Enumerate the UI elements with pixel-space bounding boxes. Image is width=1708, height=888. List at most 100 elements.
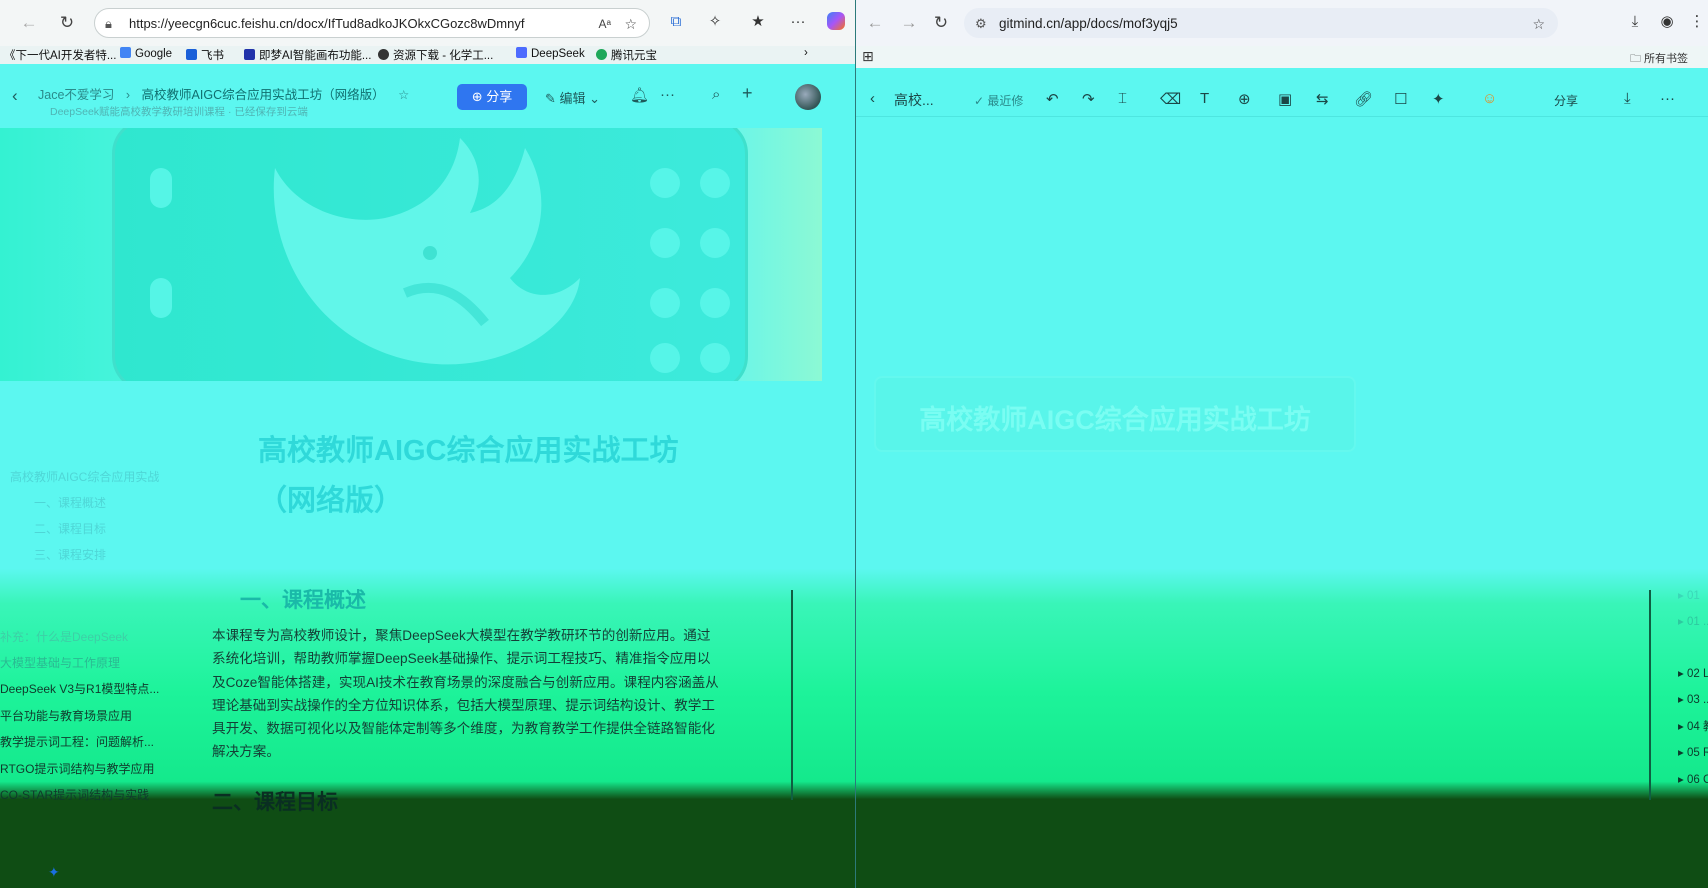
reload-icon[interactable]: ↻ <box>928 10 954 36</box>
branch-node[interactable]: ▸ 04 教 <box>1678 718 1708 734</box>
mindmap-root-node[interactable]: 高校教师AIGC综合应用实战工坊 <box>876 378 1354 450</box>
search-icon[interactable]: ⌕ <box>712 86 720 103</box>
doc-name[interactable]: 高校... <box>894 90 934 110</box>
yuanbao-icon <box>596 49 607 60</box>
bookmark-item[interactable]: 腾讯元宝 <box>596 47 657 63</box>
content-divider <box>791 590 793 800</box>
help-icon[interactable]: ✦ <box>48 864 60 881</box>
back-arrow-icon[interactable]: ‹ <box>12 86 18 106</box>
outline-item[interactable]: 补充：什么是DeepSeek <box>0 628 128 645</box>
outline-item[interactable]: 教学提示词工程：问题解析... <box>0 733 154 750</box>
comment-icon[interactable]: ☐ <box>1394 90 1407 108</box>
pencil-icon: ✎ <box>545 91 556 106</box>
lock-icon: 🔒︎ <box>105 16 112 31</box>
profile-icon[interactable]: ◉ <box>1655 10 1679 34</box>
forward-icon[interactable]: → <box>896 10 922 36</box>
frame-icon[interactable]: ▣ <box>1278 90 1292 108</box>
add-icon[interactable]: + <box>742 83 753 104</box>
outline-item[interactable]: 一、课程概述 <box>34 494 106 511</box>
breadcrumb: Jace不爱学习 › 高校教师AIGC综合应用实战工坊（网络版） ☆ <box>38 88 410 102</box>
copilot-icon[interactable] <box>824 10 848 34</box>
read-aloud-icon[interactable]: Aᵃ <box>599 9 611 39</box>
doc-header: ‹ Jace不爱学习 › 高校教师AIGC综合应用实战工坊（网络版） ☆ Dee… <box>0 72 840 124</box>
translate-icon[interactable]: ⧉ <box>664 10 688 34</box>
bookmark-item[interactable]: DeepSeek <box>516 47 585 60</box>
outline-item[interactable]: CO-STAR提示词结构与实践 <box>0 786 149 803</box>
right-browser-window: ← → ↻ ⚙ gitmind.cn/app/docs/mof3yqj5 ☆ ⤓… <box>856 0 1708 888</box>
recent-edit[interactable]: ✓ 最近修 <box>974 92 1023 109</box>
star-icon[interactable]: ☆ <box>398 88 409 102</box>
toolbar-separator <box>856 116 1708 117</box>
ai-sparkle-icon[interactable]: ✦ <box>1432 90 1445 108</box>
share-button[interactable]: 分享 <box>1554 92 1578 109</box>
undo-icon[interactable]: ↶ <box>1046 90 1059 108</box>
left-browser-toolbar: ← ↻ 🔒︎ https://yeecgn6cuc.feishu.cn/docx… <box>0 0 855 47</box>
deepseek-icon <box>516 47 527 58</box>
download-site-icon <box>378 49 389 60</box>
download-icon[interactable]: ⤓ <box>1623 10 1647 34</box>
section-heading-goals: 二、课程目标 <box>212 791 338 814</box>
relation-icon[interactable]: ⇆ <box>1316 90 1329 108</box>
avatar[interactable] <box>795 84 821 110</box>
outline-item[interactable]: 大模型基础与工作原理 <box>0 654 120 671</box>
branch-node[interactable]: ▸ 06 C <box>1678 772 1708 786</box>
page-title: 高校教师AIGC综合应用实战工坊 （网络版） <box>258 435 679 517</box>
bookmarks-bar: 《下一代AI开发者特... Google 飞书 即梦AI智能画布功能... 资源… <box>0 46 855 64</box>
outline-item[interactable]: DeepSeek V3与R1模型特点... <box>0 680 159 697</box>
format-painter-icon[interactable]: ⌶ <box>1118 90 1127 107</box>
site-info-icon: ⚙ <box>975 16 987 31</box>
outline-item[interactable]: 高校教师AIGC综合应用实战 <box>10 468 159 485</box>
deepseek-whale-logo <box>273 138 580 365</box>
bookmark-star-icon[interactable]: ☆ <box>1532 9 1545 39</box>
bookmark-item[interactable]: 资源下载 - 化学工... <box>378 47 493 63</box>
bookmark-item[interactable]: 即梦AI智能画布功能... <box>244 47 371 63</box>
assistant-icon[interactable]: ☺ <box>1482 90 1497 107</box>
bookmark-item[interactable]: Google <box>120 47 172 60</box>
branch-node[interactable]: ▸ 01 <box>1678 588 1700 602</box>
all-bookmarks[interactable]: 🗀︎ 所有书签 <box>1630 50 1688 69</box>
redo-icon[interactable]: ↷ <box>1082 90 1095 108</box>
menu-icon[interactable]: ⋮ <box>1685 10 1708 34</box>
bookmark-item[interactable]: 《下一代AI开发者特... <box>4 47 116 63</box>
bookmarks-overflow-icon[interactable]: › <box>804 47 808 59</box>
branch-node[interactable]: ▸ 01 ... <box>1678 614 1708 628</box>
bell-icon[interactable]: 🔔︎ <box>630 86 649 104</box>
right-browser-toolbar: ← → ↻ ⚙ gitmind.cn/app/docs/mof3yqj5 ☆ ⤓… <box>856 0 1708 47</box>
right-url-text: gitmind.cn/app/docs/mof3yqj5 <box>999 16 1178 31</box>
text-icon[interactable]: T <box>1200 90 1209 107</box>
outline-item[interactable]: 三、课程安排 <box>34 546 106 563</box>
share-button[interactable]: ⊕ 分享 <box>457 84 527 110</box>
more-actions-icon[interactable]: ··· <box>660 86 675 103</box>
outline-item[interactable]: 二、课程目标 <box>34 520 106 537</box>
outline-item[interactable]: 平台功能与教育场景应用 <box>0 707 132 724</box>
edit-button[interactable]: ✎ 编辑 ⌄ <box>545 88 600 107</box>
link-icon[interactable]: 🔗︎ <box>1354 90 1373 108</box>
back-icon[interactable]: ← <box>16 10 42 36</box>
clear-format-icon[interactable]: ⌫ <box>1160 90 1181 108</box>
breadcrumb-root[interactable]: Jace不爱学习 <box>38 88 114 102</box>
branch-node[interactable]: ▸ 02 L <box>1678 666 1708 680</box>
doc-cover-banner <box>0 128 822 381</box>
extensions-icon[interactable]: ✧ <box>703 10 727 34</box>
more-icon[interactable]: ··· <box>1660 90 1675 107</box>
outline-item[interactable]: RTGO提示词结构与教学应用 <box>0 760 154 777</box>
section-body-overview: 本课程专为高校教师设计，聚焦DeepSeek大模型在教学教研环节的创新应用。通过… <box>212 628 719 760</box>
export-icon[interactable]: ⤓ <box>1624 90 1631 107</box>
right-address-bar[interactable]: ⚙ gitmind.cn/app/docs/mof3yqj5 ☆ <box>964 8 1558 38</box>
breadcrumb-current[interactable]: 高校教师AIGC综合应用实战工坊（网络版） <box>142 88 385 102</box>
apps-grid-icon[interactable]: ⊞ <box>862 48 874 65</box>
check-circle-icon: ✓ <box>974 94 985 108</box>
back-icon[interactable]: ← <box>862 10 888 36</box>
branch-node[interactable]: ▸ 05 R <box>1678 745 1708 759</box>
bookmark-item[interactable]: 飞书 <box>186 47 224 63</box>
favorites-icon[interactable]: ★ <box>746 10 770 34</box>
right-bookmarks-bar: ⊞ 🗀︎ 所有书签 <box>856 46 1708 68</box>
more-icon[interactable]: ··· <box>786 10 810 34</box>
favorite-star-icon[interactable]: ☆ <box>624 9 637 39</box>
back-arrow-icon[interactable]: ‹ <box>870 90 875 107</box>
left-address-bar[interactable]: 🔒︎ https://yeecgn6cuc.feishu.cn/docx/IfT… <box>94 8 650 38</box>
branch-node[interactable]: ▸ 03 ... <box>1678 692 1708 706</box>
folder-icon: 🗀︎ <box>1629 53 1641 65</box>
reload-icon[interactable]: ↻ <box>54 10 80 36</box>
add-node-icon[interactable]: ⊕ <box>1238 90 1251 108</box>
